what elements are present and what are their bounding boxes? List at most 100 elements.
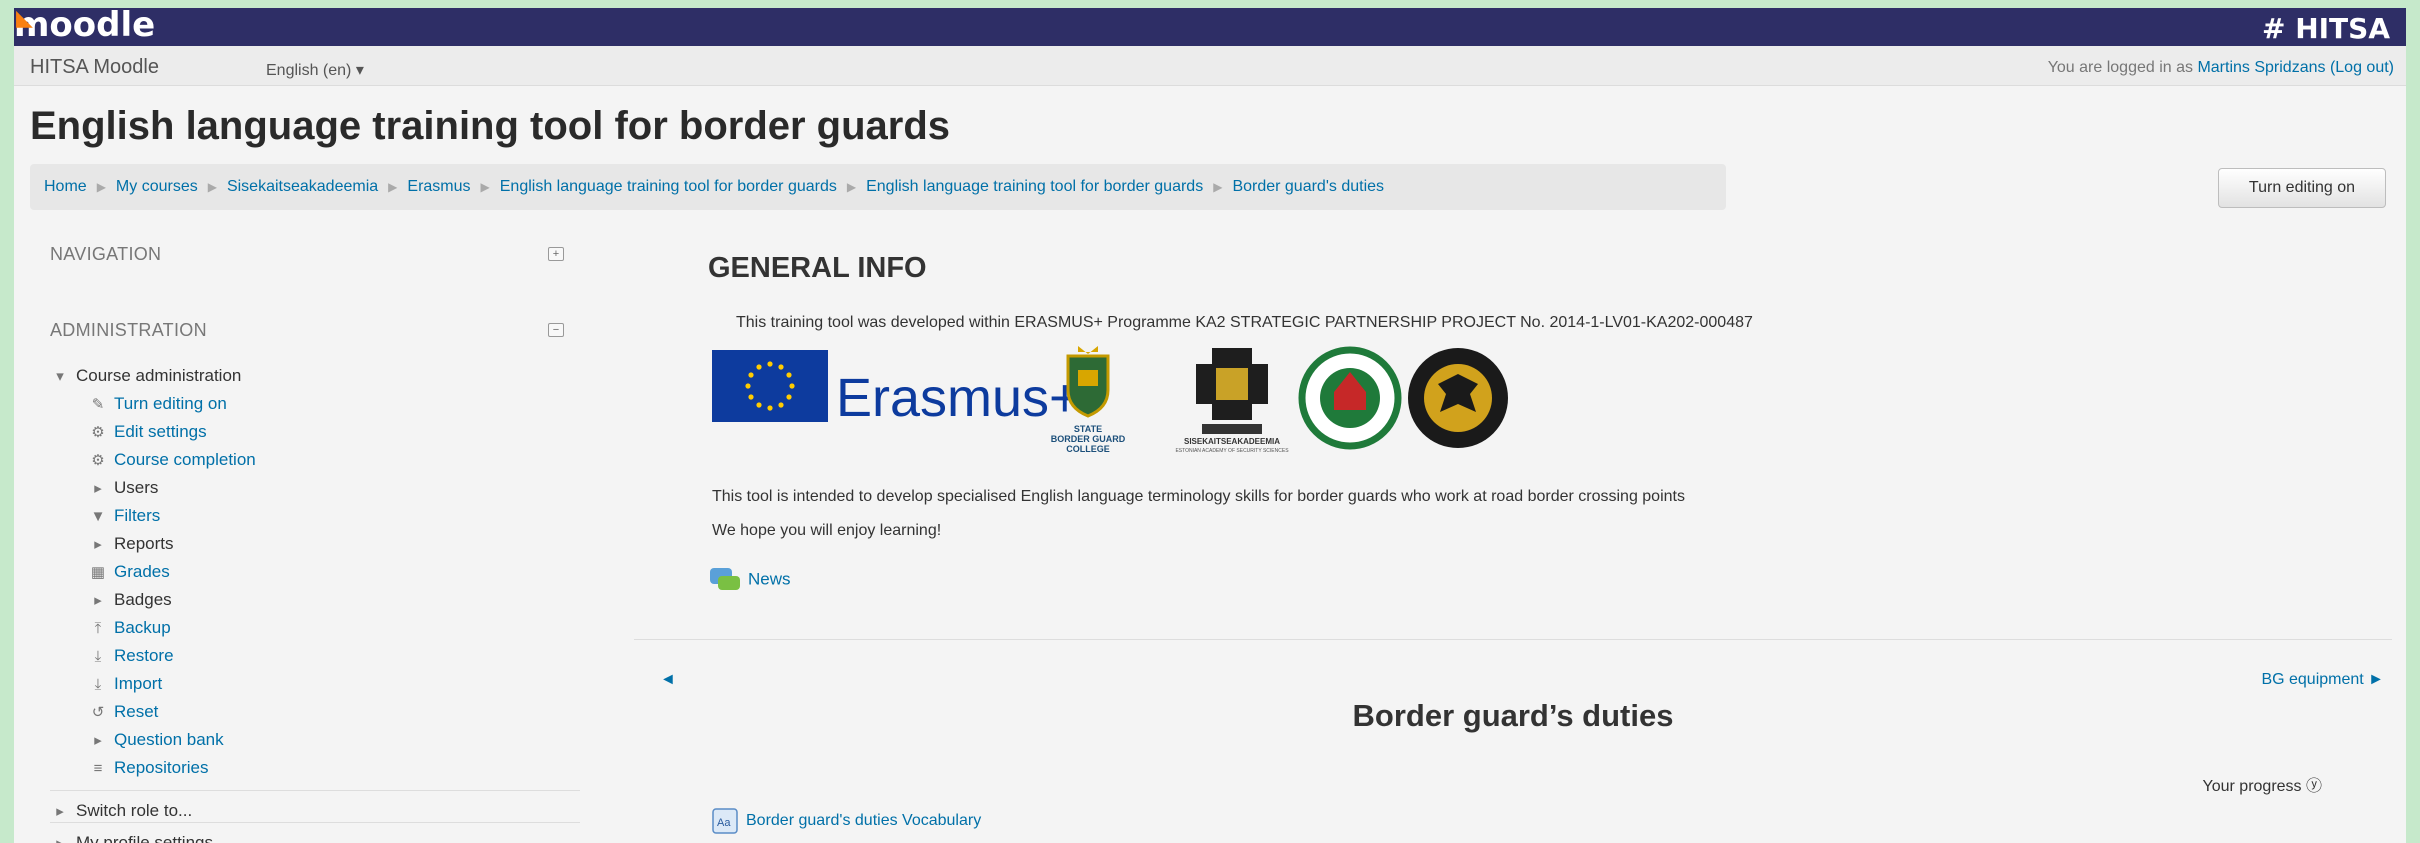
breadcrumb: Home ▶ My courses ▶ Sisekaitseakadeemia ▶ Eras…: [30, 164, 1726, 210]
top-navbar: ◣ moodle # HITSA: [14, 8, 2406, 46]
language-menu[interactable]: English (en) ▾: [266, 60, 364, 80]
forum-icon: [710, 568, 740, 590]
grid-icon: ▦: [90, 564, 106, 581]
news-link-text[interactable]: News: [748, 569, 791, 588]
logout-link[interactable]: (Log out): [2330, 59, 2394, 76]
caret-down-icon: ▾: [56, 368, 64, 385]
admin-item-label[interactable]: Turn editing on: [114, 394, 227, 413]
caret-right-icon: ▸: [94, 536, 102, 553]
breadcrumb-item[interactable]: Border guard's duties: [1232, 178, 1384, 195]
login-info: You are logged in as Martins Spridzans (…: [2048, 59, 2394, 77]
breadcrumb-item[interactable]: English language training tool for borde…: [500, 178, 837, 195]
lt-school-emblem-icon: [1298, 346, 1402, 450]
vocabulary-link[interactable]: Aa Border guard's duties Vocabulary: [712, 808, 981, 834]
admin-item-turn-editing-on[interactable]: ✎ Turn editing on: [50, 390, 580, 418]
download-icon: ⤓: [94, 676, 102, 693]
breadcrumb-item[interactable]: Erasmus: [407, 178, 470, 195]
admin-item-repositories[interactable]: ≡ Repositories: [50, 754, 580, 782]
administration-tree: ▾ Course administration ✎ Turn editing on ⚙…: [50, 362, 580, 843]
admin-item-label[interactable]: Backup: [114, 618, 171, 637]
breadcrumb-item[interactable]: English language training tool for borde…: [866, 178, 1203, 195]
eu-flag-icon: [712, 350, 828, 422]
previous-section-arrow[interactable]: ◄: [660, 671, 676, 689]
lt-eagle-emblem-icon: [1408, 348, 1508, 448]
admin-item-label[interactable]: Restore: [114, 646, 174, 665]
login-prefix: You are logged in as: [2047, 59, 2198, 76]
admin-item-label[interactable]: Course completion: [114, 450, 256, 469]
admin-item-restore[interactable]: ⤓ Restore: [50, 642, 580, 670]
caret-right-icon: ▸: [94, 480, 102, 497]
admin-item-filters[interactable]: ▼ Filters: [50, 502, 580, 530]
admin-item-question-bank[interactable]: ▸ Question bank: [50, 726, 580, 754]
switch-role-label: Switch role to...: [76, 801, 193, 820]
partner-logos: Erasmus+ STATE BORDER GUARD COLLEGE SISE…: [712, 346, 1508, 454]
admin-item-label[interactable]: Repositories: [114, 758, 209, 777]
intro-text: This training tool was developed within …: [736, 314, 1753, 331]
turn-editing-on-button[interactable]: Turn editing on: [2218, 168, 2386, 208]
pencil-icon: ✎: [91, 396, 105, 413]
hope-text: We hope you will enjoy learning!: [712, 522, 942, 539]
admin-item-course-completion[interactable]: ⚙ Course completion: [50, 446, 580, 474]
admin-item-label[interactable]: Question bank: [114, 730, 224, 749]
site-bar: HITSA Moodle English (en) ▾ You are logg…: [14, 46, 2406, 86]
gear-icon: ⚙: [91, 424, 105, 441]
site-name-link[interactable]: HITSA Moodle: [30, 56, 159, 79]
ssa-text-1: SISEKAITSEAKADEEMIA: [1184, 437, 1280, 446]
filter-icon: ▼: [90, 508, 106, 525]
your-progress-label[interactable]: Your progress ⓨ: [2203, 772, 2322, 796]
news-forum-link[interactable]: News: [710, 566, 791, 594]
switch-role-node[interactable]: ▸ Switch role to...: [50, 790, 580, 820]
user-profile-link[interactable]: Martins Spridzans: [2197, 59, 2325, 76]
admin-item-label[interactable]: Grades: [114, 562, 170, 581]
collapse-block-icon[interactable]: −: [548, 323, 564, 337]
breadcrumb-item[interactable]: Sisekaitseakadeemia: [227, 178, 378, 195]
upload-icon: ⤒: [94, 620, 102, 637]
moodle-logo[interactable]: ◣ moodle: [14, 8, 155, 46]
svg-text:Aa: Aa: [717, 817, 731, 829]
course-content: GENERAL INFO This training tool was deve…: [634, 226, 2394, 843]
admin-item-edit-settings[interactable]: ⚙ Edit settings: [50, 418, 580, 446]
admin-item-label[interactable]: Edit settings: [114, 422, 207, 441]
course-administration-node[interactable]: ▾ Course administration: [50, 362, 580, 390]
sbgc-text-2: BORDER GUARD: [1051, 434, 1126, 444]
breadcrumb-separator-icon: ▶: [96, 180, 106, 194]
admin-item-label[interactable]: Reset: [114, 702, 158, 721]
admin-item-grades[interactable]: ▦ Grades: [50, 558, 580, 586]
section-divider: [634, 639, 2392, 640]
admin-item-label[interactable]: Import: [114, 674, 162, 693]
admin-item-reset[interactable]: ↺ Reset: [50, 698, 580, 726]
left-sidebar: NAVIGATION + ADMINISTRATION − ▾ Course ad…: [30, 226, 580, 843]
admin-item-users[interactable]: ▸ Users: [50, 474, 580, 502]
admin-item-badges[interactable]: ▸ Badges: [50, 586, 580, 614]
admin-item-label: Reports: [114, 534, 174, 553]
sbgc-crest-icon: [1066, 346, 1110, 418]
next-section-link[interactable]: BG equipment ►: [2261, 671, 2384, 689]
admin-item-reports[interactable]: ▸ Reports: [50, 530, 580, 558]
caret-right-icon: ▸: [50, 830, 70, 843]
vocabulary-link-text[interactable]: Border guard's duties Vocabulary: [746, 812, 981, 829]
profile-settings-node[interactable]: ▸ My profile settings: [50, 822, 580, 843]
admin-item-import[interactable]: ⤓ Import: [50, 670, 580, 698]
caret-right-icon: ▸: [94, 592, 102, 609]
logo-text: moodle: [14, 8, 156, 45]
admin-item-label: Badges: [114, 590, 172, 609]
breadcrumb-separator-icon: ▶: [207, 180, 217, 194]
breadcrumb-item[interactable]: My courses: [116, 178, 198, 195]
expand-block-icon[interactable]: +: [548, 247, 564, 261]
glossary-icon: Aa: [712, 808, 738, 834]
breadcrumb-separator-icon: ▶: [846, 180, 857, 194]
page-title: English language training tool for borde…: [30, 104, 951, 148]
breadcrumb-item[interactable]: Home: [44, 178, 87, 195]
download-icon: ⤓: [94, 648, 102, 665]
section-title: Border guard’s duties: [1352, 698, 1674, 733]
mortarboard-icon: ◣: [16, 8, 33, 31]
breadcrumb-separator-icon: ▶: [480, 180, 490, 194]
profile-settings-label: My profile settings: [76, 833, 213, 843]
hitsa-brand: # HITSA: [2262, 12, 2390, 45]
admin-item-backup[interactable]: ⤒ Backup: [50, 614, 580, 642]
admin-item-label[interactable]: Filters: [114, 506, 160, 525]
erasmus-wordmark: Erasmus+: [836, 368, 1081, 428]
list-icon: ≡: [93, 760, 103, 777]
ssa-text-2: ESTONIAN ACADEMY OF SECURITY SCIENCES: [1175, 448, 1289, 454]
ssa-crest-icon: [1196, 348, 1268, 434]
